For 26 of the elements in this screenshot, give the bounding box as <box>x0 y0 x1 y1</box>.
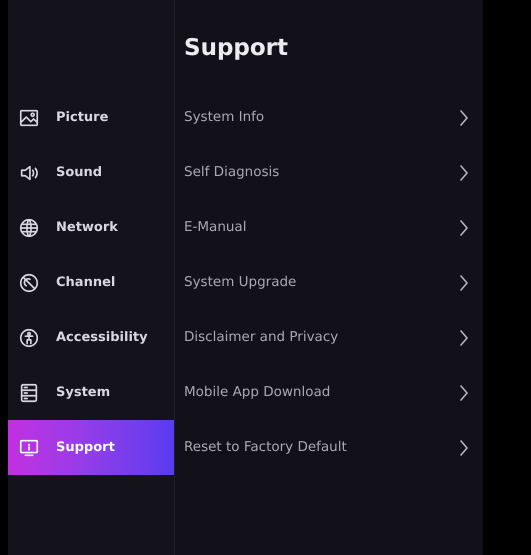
chevron-right-icon <box>459 218 469 236</box>
chevron-right-icon <box>459 164 469 182</box>
menu-item[interactable]: Disclaimer and Privacy <box>184 310 469 365</box>
sidebar-item[interactable]: Channel <box>8 255 174 310</box>
sidebar-item[interactable]: System <box>8 365 174 420</box>
chevron-right-icon <box>459 274 469 292</box>
sidebar-item[interactable]: Accessibility <box>8 310 174 365</box>
sidebar-item[interactable]: Picture <box>8 90 174 145</box>
chevron-right-icon <box>459 438 469 456</box>
no-signal-icon <box>18 272 40 294</box>
menu-item[interactable]: E-Manual <box>184 200 469 255</box>
accessibility-icon <box>18 326 40 348</box>
panel-title: Support <box>184 34 290 63</box>
menu-item[interactable]: Reset to Factory Default <box>184 420 469 475</box>
chevron-right-icon <box>459 384 469 402</box>
server-icon <box>18 382 40 404</box>
sidebar-item[interactable]: Sound <box>8 145 174 200</box>
menu-item[interactable]: System Upgrade <box>184 255 469 310</box>
menu-item[interactable]: System Info <box>184 90 469 145</box>
menu-item[interactable]: Self Diagnosis <box>184 145 469 200</box>
menu-item[interactable]: Mobile App Download <box>184 365 469 420</box>
chevron-right-icon <box>459 108 469 126</box>
sidebar-item[interactable]: Network <box>8 200 174 255</box>
sidebar-item[interactable]: Support <box>8 420 174 475</box>
chevron-right-icon <box>459 328 469 346</box>
globe-icon <box>18 216 40 238</box>
